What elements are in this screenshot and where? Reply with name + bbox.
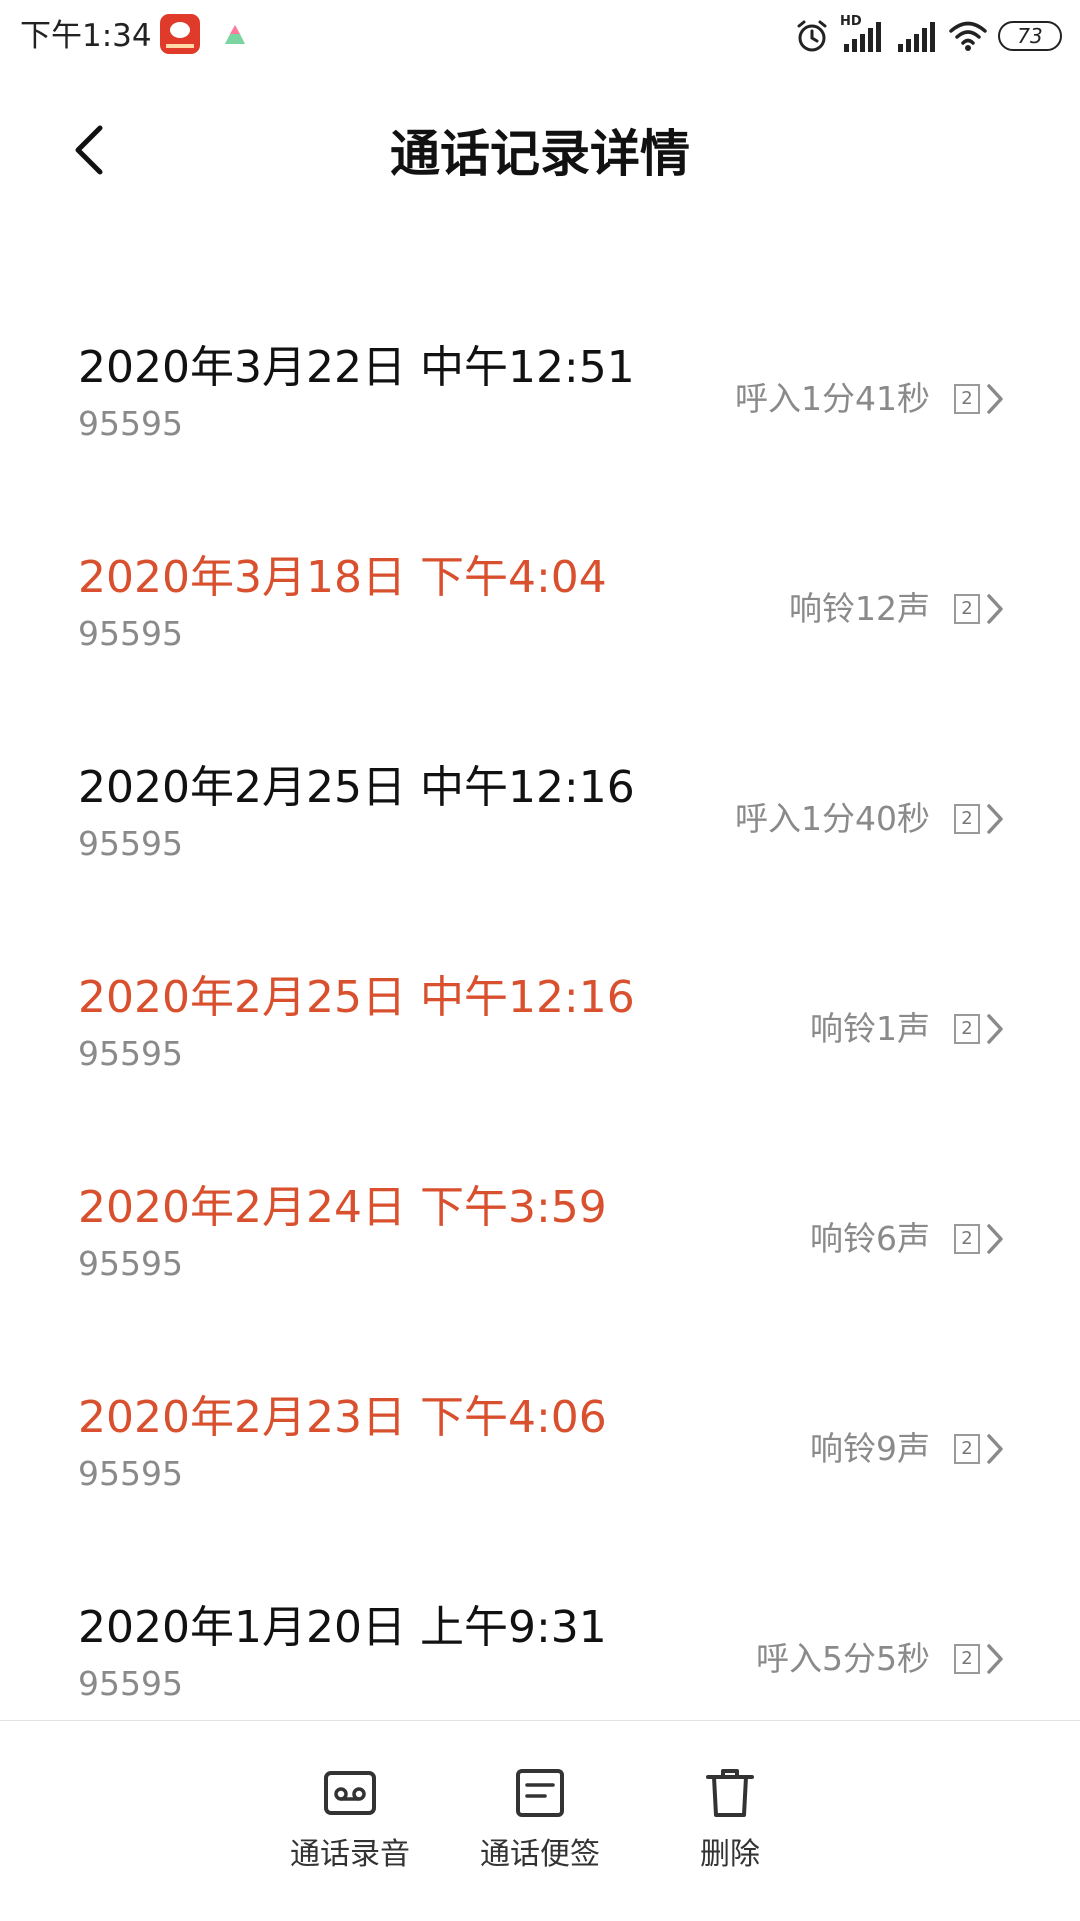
call-status: 呼入1分40秒 bbox=[735, 799, 930, 838]
call-datetime: 2020年2月24日 下午3:59 bbox=[78, 1182, 607, 1233]
call-record-row[interactable]: 2020年2月24日 下午3:59 95595 响铃6声 2 bbox=[0, 1140, 1080, 1350]
call-record-list: 2020年3月22日 中午12:51 95595 呼入1分41秒 2 2020年… bbox=[0, 300, 1080, 1720]
call-status: 响铃1声 bbox=[810, 1009, 930, 1048]
call-datetime: 2020年3月22日 中午12:51 bbox=[78, 342, 635, 393]
sim-badge-icon: 2 bbox=[954, 1644, 980, 1674]
wifi-icon bbox=[949, 21, 987, 51]
status-time: 下午1:34 bbox=[20, 18, 152, 54]
status-icons: HD 73 bbox=[794, 14, 1062, 58]
call-notes-button[interactable]: 通话便签 bbox=[455, 1721, 625, 1921]
call-datetime: 2020年1月20日 上午9:31 bbox=[78, 1602, 607, 1653]
sim-badge-icon: 2 bbox=[954, 594, 980, 624]
chevron-right-icon bbox=[987, 1014, 1003, 1044]
chevron-right-icon bbox=[987, 1434, 1003, 1464]
call-status: 响铃12声 bbox=[789, 589, 930, 628]
app-badge-icon bbox=[160, 14, 200, 54]
call-record-row[interactable]: 2020年2月23日 下午4:06 95595 响铃9声 2 bbox=[0, 1350, 1080, 1560]
call-recording-label: 通话录音 bbox=[290, 1837, 410, 1872]
battery-icon: 73 bbox=[998, 21, 1062, 51]
call-recording-button[interactable]: 通话录音 bbox=[265, 1721, 435, 1921]
call-record-row[interactable]: 2020年2月25日 中午12:16 95595 呼入1分40秒 2 bbox=[0, 720, 1080, 930]
note-icon bbox=[516, 1769, 564, 1817]
status-bar: 下午1:34 HD 73 bbox=[0, 0, 1080, 74]
hd-signal-icon: HD bbox=[840, 14, 886, 54]
call-datetime: 2020年2月25日 中午12:16 bbox=[78, 972, 635, 1023]
bottom-action-bar: 通话录音 通话便签 删除 bbox=[0, 1720, 1080, 1921]
signal-icon bbox=[898, 22, 935, 52]
call-status: 呼入5分5秒 bbox=[756, 1639, 930, 1678]
call-status: 呼入1分41秒 bbox=[735, 379, 930, 418]
call-record-row[interactable]: 2020年3月18日 下午4:04 95595 响铃12声 2 bbox=[0, 510, 1080, 720]
sim-badge-icon: 2 bbox=[954, 384, 980, 414]
call-datetime: 2020年2月25日 中午12:16 bbox=[78, 762, 635, 813]
page-title: 通话记录详情 bbox=[390, 125, 690, 183]
sim-badge-icon: 2 bbox=[954, 1434, 980, 1464]
delete-label: 删除 bbox=[700, 1837, 760, 1872]
sim-badge-icon: 2 bbox=[954, 1224, 980, 1254]
call-status: 响铃6声 bbox=[810, 1219, 930, 1258]
call-record-row[interactable]: 2020年1月20日 上午9:31 95595 呼入5分5秒 2 bbox=[0, 1560, 1080, 1720]
call-number: 95595 bbox=[78, 1244, 183, 1283]
chevron-right-icon bbox=[987, 594, 1003, 624]
call-datetime: 2020年2月23日 下午4:06 bbox=[78, 1392, 607, 1443]
call-datetime: 2020年3月18日 下午4:04 bbox=[78, 552, 607, 603]
sim-badge-icon: 2 bbox=[954, 1014, 980, 1044]
call-notes-label: 通话便签 bbox=[480, 1837, 600, 1872]
call-number: 95595 bbox=[78, 1454, 183, 1493]
call-record-row[interactable]: 2020年3月22日 中午12:51 95595 呼入1分41秒 2 bbox=[0, 300, 1080, 510]
delete-button[interactable]: 删除 bbox=[645, 1721, 815, 1921]
assistant-icon bbox=[225, 25, 245, 44]
call-record-row[interactable]: 2020年2月25日 中午12:16 95595 响铃1声 2 bbox=[0, 930, 1080, 1140]
trash-icon bbox=[706, 1769, 754, 1817]
chevron-right-icon bbox=[987, 384, 1003, 414]
call-number: 95595 bbox=[78, 614, 183, 653]
chevron-right-icon bbox=[987, 1644, 1003, 1674]
alarm-icon bbox=[797, 20, 827, 52]
call-number: 95595 bbox=[78, 1034, 183, 1073]
sim-badge-icon: 2 bbox=[954, 804, 980, 834]
chevron-right-icon bbox=[987, 804, 1003, 834]
call-number: 95595 bbox=[78, 824, 183, 863]
chevron-right-icon bbox=[987, 1224, 1003, 1254]
call-number: 95595 bbox=[78, 404, 183, 443]
call-status: 响铃9声 bbox=[810, 1429, 930, 1468]
cassette-icon bbox=[324, 1771, 376, 1815]
call-number: 95595 bbox=[78, 1664, 183, 1703]
